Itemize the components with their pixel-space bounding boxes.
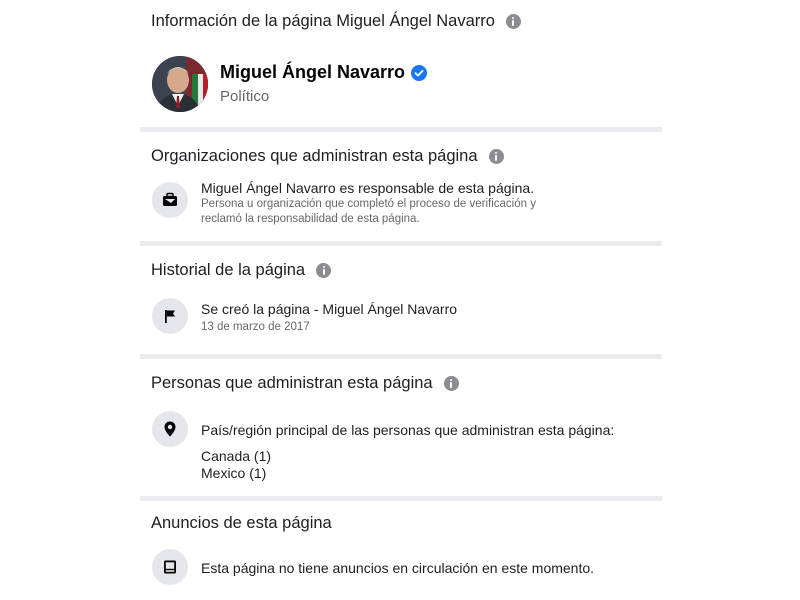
ads-title: Anuncios de esta página xyxy=(151,514,332,532)
info-icon[interactable] xyxy=(316,263,332,278)
page-category: Político xyxy=(220,88,270,105)
section-divider xyxy=(140,241,662,246)
verified-badge-icon xyxy=(411,64,428,81)
admins-title: Personas que administran esta página xyxy=(151,374,459,393)
section-divider xyxy=(140,354,662,359)
ads-status-text: Esta página no tiene anuncios en circula… xyxy=(201,560,595,576)
history-event: Se creó la página - Miguel Ángel Navarro… xyxy=(201,300,651,335)
avatar-photo xyxy=(152,56,208,112)
section-divider xyxy=(140,496,662,501)
page-info-title: Información de la página Miguel Ángel Na… xyxy=(151,12,521,31)
history-event-date: 13 de marzo de 2017 xyxy=(201,321,310,333)
info-icon[interactable] xyxy=(443,376,459,391)
avatar[interactable] xyxy=(152,56,208,112)
organization-description-line: reclamó la responsabilidad de esta págin… xyxy=(201,213,420,225)
page-transparency-panel: Información de la página Miguel Ángel Na… xyxy=(140,0,662,600)
organizations-title: Organizaciones que administran esta pági… xyxy=(151,147,504,166)
ads-text: Esta página no tiene anuncios en circula… xyxy=(201,559,651,577)
admins-text: País/región principal de las personas qu… xyxy=(201,421,651,482)
organization-description-line: Persona u organización que completó el p… xyxy=(201,198,536,210)
info-icon[interactable] xyxy=(505,14,521,29)
admin-country-item: Mexico (1) xyxy=(201,465,267,481)
location-pin-icon xyxy=(152,411,188,447)
page-name[interactable]: Miguel Ángel Navarro xyxy=(220,62,428,83)
organization-responsible-text: Miguel Ángel Navarro es responsable de e… xyxy=(201,180,535,196)
section-divider xyxy=(140,127,662,132)
organizations-text: Miguel Ángel Navarro es responsable de e… xyxy=(201,179,651,227)
admin-country-item: Canada (1) xyxy=(201,448,272,464)
admins-country-label: País/región principal de las personas qu… xyxy=(201,422,615,438)
ad-screen-icon xyxy=(152,549,188,585)
history-event-text: Se creó la página - Miguel Ángel Navarro xyxy=(201,301,458,317)
info-icon[interactable] xyxy=(488,149,504,164)
flag-icon xyxy=(152,298,188,334)
briefcase-icon xyxy=(152,182,188,218)
history-title: Historial de la página xyxy=(151,261,332,280)
